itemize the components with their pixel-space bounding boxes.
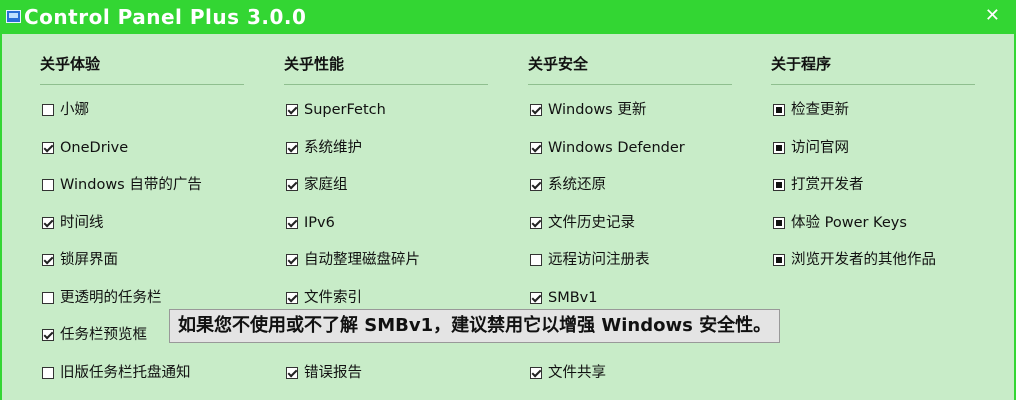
window-title: Control Panel Plus 3.0.0 [24,5,307,29]
option-label: 系统维护 [304,139,362,156]
option-item[interactable]: Windows 更新 [528,93,732,131]
option-item[interactable]: 文件历史记录 [528,206,732,244]
checkbox[interactable] [530,216,542,229]
option-item[interactable]: 检查更新 [771,93,975,131]
column-4: 关于程序检查更新访问官网打赏开发者体验 Power Keys 浏览开发者的其他作品 [771,52,975,281]
checkbox[interactable] [530,179,542,191]
option-label: 访问官网 [791,139,849,156]
option-label: 文件历史记录 [548,214,635,231]
column-header: 关乎安全 [528,55,589,73]
checkbox[interactable] [42,104,54,116]
option-item[interactable]: 系统还原 [528,168,732,206]
option-label: 时间线 [60,214,104,231]
column-divider [284,84,488,85]
action-bullet-icon[interactable] [773,179,785,191]
option-label: 错误报告 [304,364,362,381]
option-item[interactable]: 体验 Power Keys [771,206,975,244]
option-label: Windows Defender [548,139,685,156]
column-header: 关于程序 [771,55,832,73]
option-label: 打赏开发者 [791,177,864,193]
option-item[interactable]: 锁屏界面 [40,243,244,281]
checkbox[interactable] [42,366,54,379]
option-item[interactable]: 访问官网 [771,131,975,169]
option-item[interactable]: 浏览开发者的其他作品 [771,243,975,281]
option-item[interactable]: 打赏开发者 [771,168,975,206]
option-label: 旧版任务栏托盘通知 [60,364,191,381]
smbv1-tooltip: 如果您不使用或不了解 SMBv1，建议禁用它以增强 Windows 安全性。 [169,309,781,343]
close-icon[interactable]: ✕ [985,4,1000,28]
checkbox[interactable] [42,179,54,191]
column-divider [40,84,244,85]
option-item[interactable]: 时间线 [40,206,244,244]
option-item[interactable]: 小娜 [40,93,244,131]
action-bullet-icon[interactable] [773,254,785,266]
checkbox[interactable] [42,329,54,341]
checkbox[interactable] [286,291,298,304]
option-item[interactable]: 系统维护 [284,131,488,169]
option-label: 浏览开发者的其他作品 [791,252,936,268]
option-item[interactable]: 远程访问注册表 [528,243,732,281]
option-item[interactable]: SuperFetch [284,93,488,131]
option-label: 家庭组 [304,177,348,193]
title-bar: Control Panel Plus 3.0.0 ✕ [0,0,1016,34]
checkbox[interactable] [286,179,298,191]
option-item[interactable]: 家庭组 [284,168,488,206]
checkbox[interactable] [286,141,298,154]
column-divider [771,84,975,85]
column-divider [528,84,732,85]
checkbox[interactable] [286,366,298,379]
checkbox[interactable] [530,366,542,379]
option-label: 锁屏界面 [60,252,118,268]
option-label: IPv6 [304,214,335,231]
option-label: 检查更新 [791,102,849,118]
checkbox[interactable] [286,104,298,116]
option-item[interactable]: IPv6 [284,206,488,244]
window-border-left [0,34,2,400]
checkbox[interactable] [530,104,542,116]
option-label: 更透明的任务栏 [60,289,162,306]
option-label: SMBv1 [548,289,598,306]
option-label: 自动整理磁盘碎片 [304,252,420,268]
checkbox[interactable] [286,216,298,229]
option-label: 文件索引 [304,289,362,306]
option-item[interactable]: Windows 自带的广告 [40,168,244,206]
option-label: OneDrive [60,139,129,156]
checkbox[interactable] [530,291,542,304]
app-window-icon [6,10,21,23]
option-label: Windows 更新 [548,102,647,118]
action-bullet-icon[interactable] [773,216,785,229]
option-item[interactable]: Windows Defender [528,131,732,169]
column-header: 关乎体验 [40,55,101,73]
option-label: 远程访问注册表 [548,252,650,268]
checkbox[interactable] [42,291,54,304]
checkbox[interactable] [530,254,542,266]
option-label: 任务栏预览框 [60,327,147,343]
option-label: 体验 Power Keys [791,214,907,231]
action-bullet-icon[interactable] [773,104,785,116]
option-label: Windows 自带的广告 [60,177,202,193]
option-label: 系统还原 [548,177,606,193]
action-bullet-icon[interactable] [773,141,785,154]
option-item[interactable]: 错误报告 [284,356,488,394]
checkbox[interactable] [286,254,298,266]
option-item[interactable]: 文件共享 [528,356,732,394]
option-label: SuperFetch [304,102,386,118]
option-item[interactable]: OneDrive [40,131,244,169]
option-label: 小娜 [60,102,89,118]
checkbox[interactable] [530,141,542,154]
column-header: 关乎性能 [284,55,345,73]
option-label: 文件共享 [548,364,606,381]
checkbox[interactable] [42,141,54,154]
checkbox[interactable] [42,216,54,229]
option-item[interactable]: 自动整理磁盘碎片 [284,243,488,281]
checkbox[interactable] [42,254,54,266]
option-item[interactable]: 旧版任务栏托盘通知 [40,356,244,394]
